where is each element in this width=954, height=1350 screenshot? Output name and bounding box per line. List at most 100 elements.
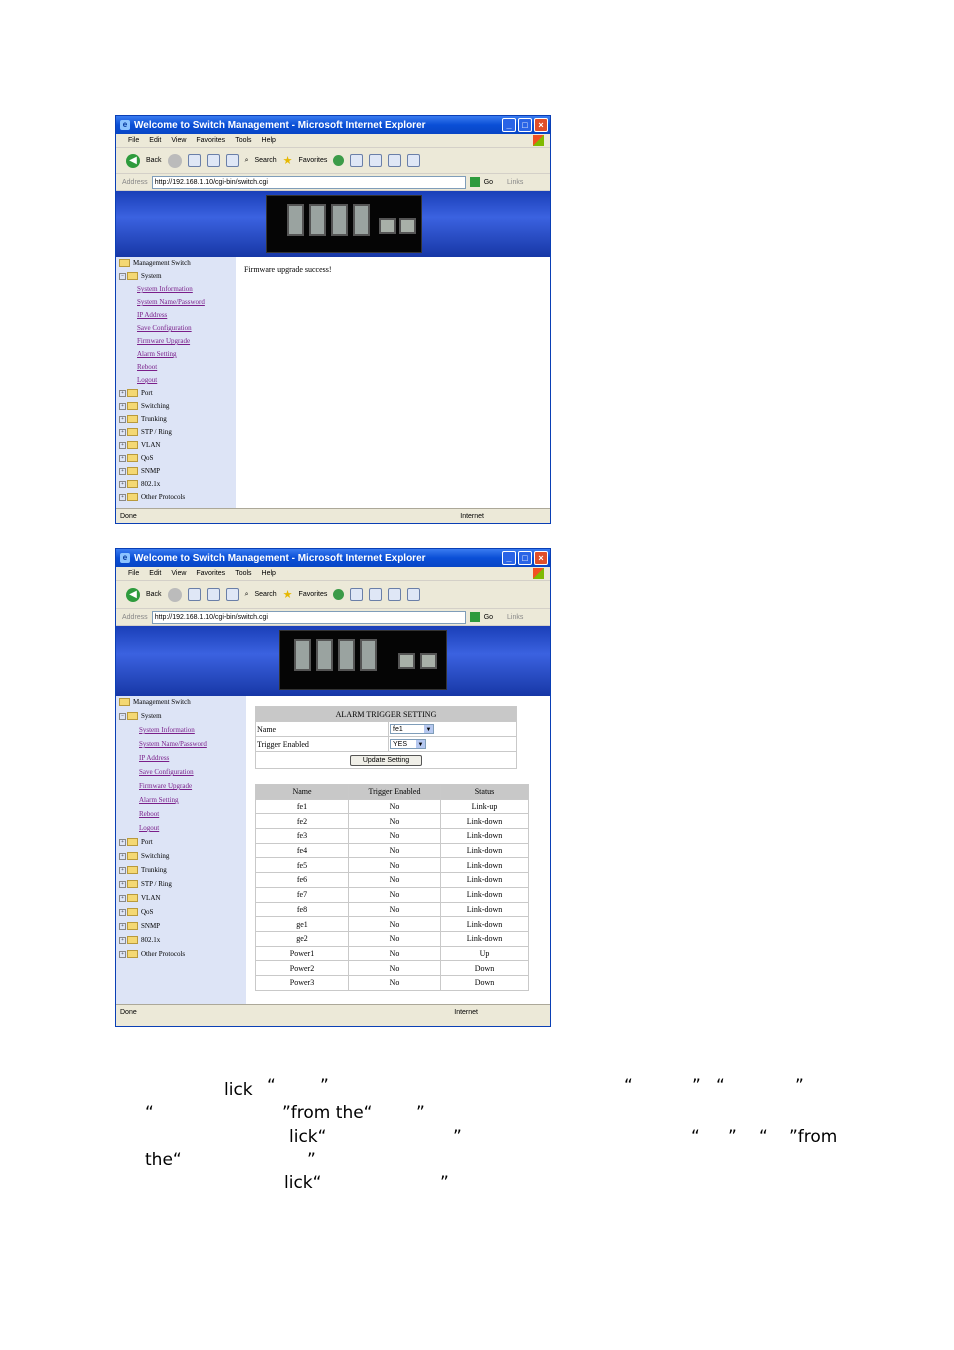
menu-edit[interactable]: Edit [149, 137, 161, 144]
refresh-icon[interactable] [206, 588, 220, 601]
tree-system[interactable]: − System [119, 712, 162, 721]
maximize-button[interactable]: □ [518, 118, 532, 132]
back-arrow-icon[interactable]: ◀ [126, 153, 140, 168]
tree-folder-vlan[interactable]: + VLAN [119, 441, 160, 450]
link-alarm-setting[interactable]: Alarm Setting [137, 350, 176, 358]
menu-file[interactable]: File [128, 570, 139, 577]
link-save-configuration[interactable]: Save Configuration [139, 768, 194, 776]
back-button-label[interactable]: Back [146, 591, 162, 598]
tree-folder-stp-ring[interactable]: + STP / Ring [119, 428, 172, 437]
history-icon[interactable] [333, 589, 345, 600]
link-ip-address[interactable]: IP Address [137, 311, 167, 319]
stop-icon[interactable] [187, 588, 201, 601]
link-system-name-password[interactable]: System Name/Password [139, 740, 207, 748]
link-logout[interactable]: Logout [139, 824, 159, 832]
search-icon[interactable]: ⌕ [245, 157, 249, 165]
link-logout[interactable]: Logout [137, 376, 157, 384]
maximize-button[interactable]: □ [518, 551, 532, 565]
tree-folder-trunking[interactable]: + Trunking [119, 866, 167, 875]
go-arrow-icon[interactable] [469, 177, 480, 187]
tree-folder-switching[interactable]: + Switching [119, 852, 169, 861]
home-icon[interactable] [225, 588, 239, 601]
link-ip-address[interactable]: IP Address [139, 754, 169, 762]
link-reboot[interactable]: Reboot [139, 810, 159, 818]
tree-system[interactable]: − System [119, 272, 162, 281]
title-bar[interactable]: e Welcome to Switch Management - Microso… [116, 549, 550, 567]
stop-icon[interactable] [187, 154, 201, 167]
favorites-button-label[interactable]: Favorites [299, 157, 328, 164]
favorites-star-icon[interactable]: ★ [283, 588, 293, 601]
menu-tools[interactable]: Tools [235, 570, 251, 577]
mail-icon[interactable] [350, 154, 364, 167]
minimize-button[interactable]: _ [502, 551, 516, 565]
link-firmware-upgrade[interactable]: Firmware Upgrade [139, 782, 192, 790]
back-button-label[interactable]: Back [146, 157, 162, 164]
address-input[interactable]: http://192.168.1.10/cgi-bin/switch.cgi [151, 610, 466, 624]
tree-folder-qos[interactable]: + QoS [119, 908, 153, 917]
tree-folder-qos[interactable]: + QoS [119, 454, 153, 463]
favorites-button-label[interactable]: Favorites [299, 591, 328, 598]
tree-folder-snmp[interactable]: + SNMP [119, 467, 160, 476]
forward-arrow-icon[interactable] [167, 587, 182, 602]
title-bar[interactable]: e Welcome to Switch Management - Microso… [116, 116, 550, 134]
update-setting-button[interactable]: Update Setting [349, 754, 423, 766]
links-label[interactable]: Links [507, 614, 523, 621]
history-icon[interactable] [333, 155, 345, 166]
link-system-name-password[interactable]: System Name/Password [137, 298, 205, 306]
home-icon[interactable] [225, 154, 239, 167]
mail-icon[interactable] [350, 588, 364, 601]
back-arrow-icon[interactable]: ◀ [126, 587, 140, 602]
tree-folder-snmp[interactable]: + SNMP [119, 922, 160, 931]
link-system-information[interactable]: System Information [137, 285, 193, 293]
go-arrow-icon[interactable] [469, 612, 480, 622]
minimize-button[interactable]: _ [502, 118, 516, 132]
menu-favorites[interactable]: Favorites [196, 137, 225, 144]
menu-favorites[interactable]: Favorites [196, 570, 225, 577]
link-system-information[interactable]: System Information [139, 726, 195, 734]
edit-icon[interactable] [388, 154, 402, 167]
search-button-label[interactable]: Search [254, 157, 276, 164]
tree-folder-8021x[interactable]: +802.1x [119, 936, 160, 945]
address-input[interactable]: http://192.168.1.10/cgi-bin/switch.cgi [151, 175, 466, 189]
menu-help[interactable]: Help [262, 570, 276, 577]
name-select[interactable]: fe1 ▼ [390, 724, 434, 734]
tree-folder-other-protocols[interactable]: + Other Protocols [119, 950, 185, 959]
close-button[interactable]: × [534, 118, 548, 132]
links-label[interactable]: Links [507, 179, 523, 186]
ie-icon: e [120, 120, 130, 130]
print-icon[interactable] [369, 588, 383, 601]
trigger-select[interactable]: YES ▼ [390, 739, 426, 749]
link-alarm-setting[interactable]: Alarm Setting [139, 796, 178, 804]
tree-folder-stp-ring[interactable]: + STP / Ring [119, 880, 172, 889]
search-button-label[interactable]: Search [254, 591, 276, 598]
go-button-label[interactable]: Go [484, 179, 493, 186]
refresh-icon[interactable] [206, 154, 220, 167]
tree-folder-8021x[interactable]: +802.1x [119, 480, 160, 489]
tree-root[interactable]: Management Switch [119, 259, 191, 268]
close-button[interactable]: × [534, 551, 548, 565]
menu-help[interactable]: Help [262, 137, 276, 144]
link-save-configuration[interactable]: Save Configuration [137, 324, 192, 332]
tree-folder-switching[interactable]: + Switching [119, 402, 169, 411]
forward-arrow-icon[interactable] [167, 153, 182, 168]
messenger-icon[interactable] [407, 588, 421, 601]
menu-view[interactable]: View [171, 570, 186, 577]
menu-tools[interactable]: Tools [235, 137, 251, 144]
search-icon[interactable]: ⌕ [245, 591, 249, 599]
tree-folder-port[interactable]: + Port [119, 389, 153, 398]
tree-folder-port[interactable]: + Port [119, 838, 153, 847]
link-reboot[interactable]: Reboot [137, 363, 157, 371]
menu-view[interactable]: View [171, 137, 186, 144]
tree-folder-other-protocols[interactable]: + Other Protocols [119, 493, 185, 502]
tree-folder-trunking[interactable]: + Trunking [119, 415, 167, 424]
go-button-label[interactable]: Go [484, 614, 493, 621]
menu-edit[interactable]: Edit [149, 570, 161, 577]
tree-root[interactable]: Management Switch [119, 698, 191, 707]
print-icon[interactable] [369, 154, 383, 167]
link-firmware-upgrade[interactable]: Firmware Upgrade [137, 337, 190, 345]
tree-folder-vlan[interactable]: + VLAN [119, 894, 160, 903]
favorites-star-icon[interactable]: ★ [283, 154, 293, 167]
edit-icon[interactable] [388, 588, 402, 601]
menu-file[interactable]: File [128, 137, 139, 144]
messenger-icon[interactable] [407, 154, 421, 167]
